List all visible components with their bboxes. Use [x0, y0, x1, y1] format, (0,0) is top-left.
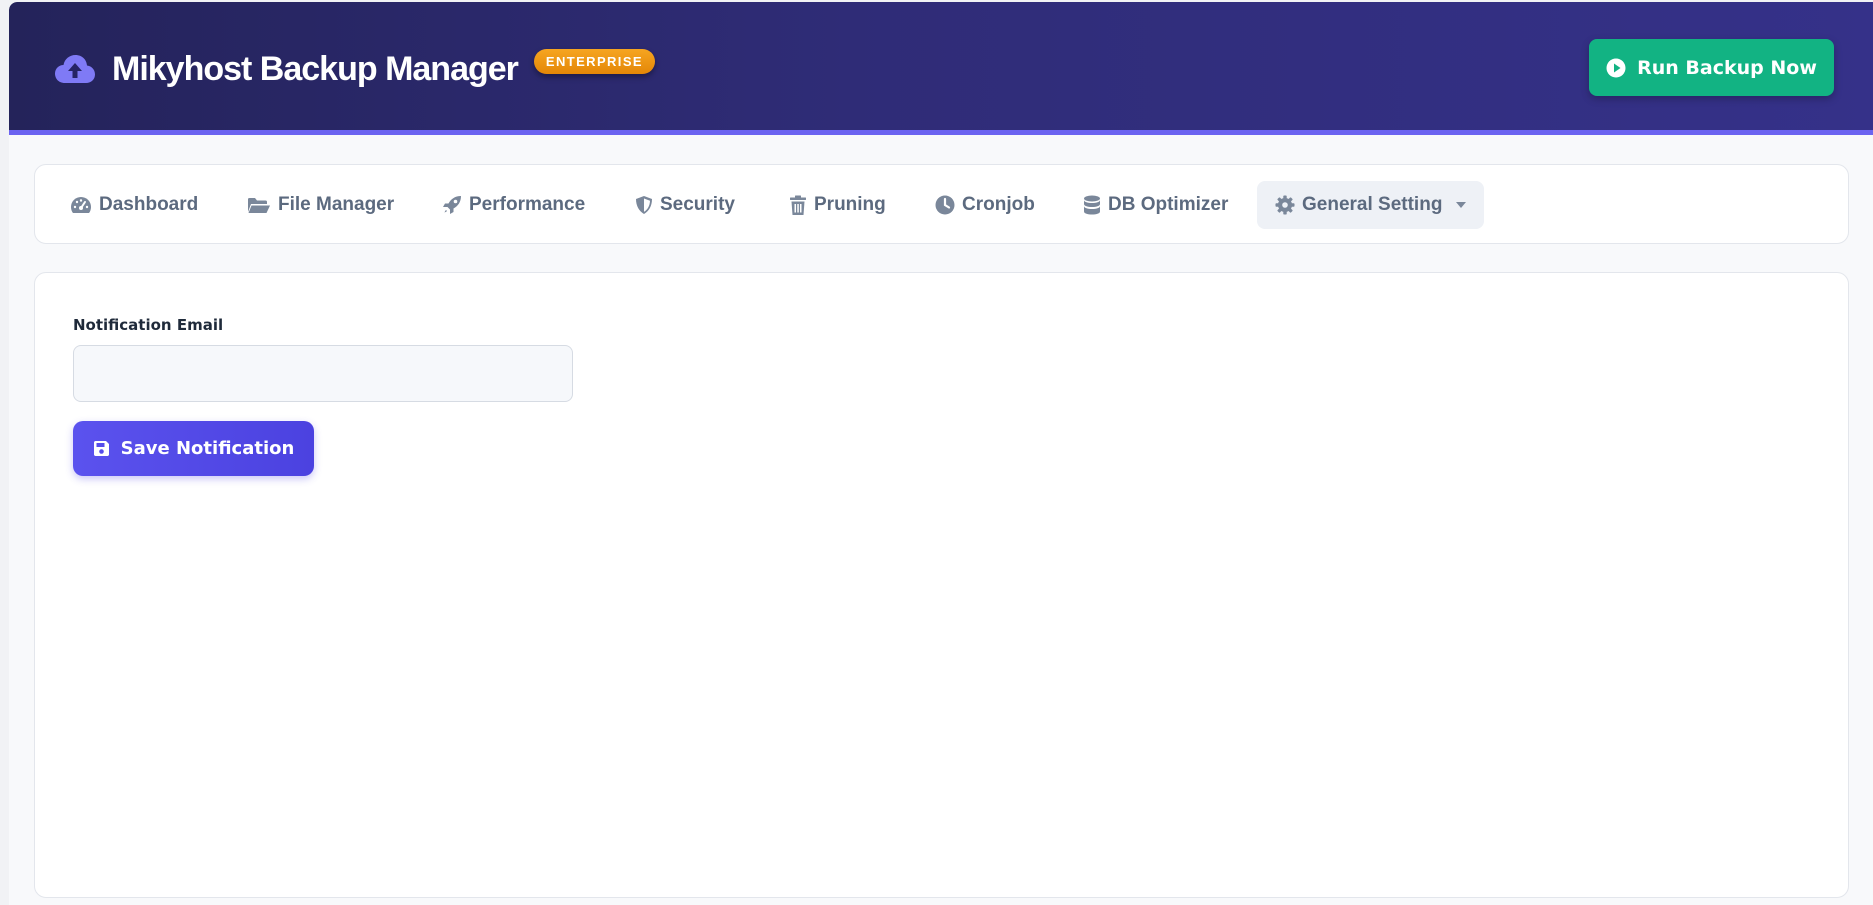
enterprise-badge: ENTERPRISE	[533, 48, 655, 74]
chevron-down-icon	[1456, 202, 1467, 208]
run-backup-now-button[interactable]: Run Backup Now	[1589, 39, 1834, 96]
main-nav: Dashboard File Manager Performance Secur…	[34, 164, 1849, 244]
brand: Mikyhost Backup Manager ENTERPRISE	[52, 47, 655, 91]
tab-label: Dashboard	[99, 194, 199, 215]
app-header: Mikyhost Backup Manager ENTERPRISE Run B…	[9, 2, 1873, 135]
tab-label: Performance	[469, 194, 586, 215]
app-window: Mikyhost Backup Manager ENTERPRISE Run B…	[9, 2, 1873, 905]
tab-general-setting[interactable]: General Setting	[1257, 181, 1485, 229]
tab-db-optimizer[interactable]: DB Optimizer	[1083, 181, 1228, 229]
save-notification-label: Save Notification	[120, 438, 295, 459]
gear-icon	[1275, 195, 1295, 215]
folder-open-icon	[247, 196, 271, 214]
tab-dashboard[interactable]: Dashboard	[70, 181, 198, 229]
notification-email-label: Notification Email	[73, 316, 224, 334]
tab-file-manager[interactable]: File Manager	[247, 181, 394, 229]
gauge-icon	[70, 196, 92, 214]
floppy-disk-icon	[93, 440, 110, 457]
cloud-upload-icon	[52, 52, 98, 86]
tab-label: Security	[660, 194, 735, 215]
play-circle-icon	[1606, 58, 1626, 78]
notification-email-input[interactable]	[73, 345, 573, 402]
app-title: Mikyhost Backup Manager	[112, 49, 519, 88]
tab-label: DB Optimizer	[1108, 194, 1229, 215]
clock-icon	[935, 195, 955, 215]
shield-icon	[635, 195, 653, 215]
notification-settings-card: Notification Email Save Notification	[34, 272, 1849, 898]
tab-label: Cronjob	[962, 194, 1035, 215]
tab-security[interactable]: Security	[635, 181, 735, 229]
trash-icon	[789, 195, 807, 216]
tab-performance[interactable]: Performance	[442, 181, 585, 229]
tab-pruning[interactable]: Pruning	[789, 181, 886, 229]
rocket-icon	[442, 195, 462, 215]
save-notification-button[interactable]: Save Notification	[73, 421, 314, 476]
tab-label: File Manager	[278, 194, 395, 215]
tab-cronjob[interactable]: Cronjob	[935, 181, 1035, 229]
tab-label: Pruning	[814, 194, 886, 215]
tab-label: General Setting	[1302, 194, 1443, 215]
run-backup-now-label: Run Backup Now	[1637, 56, 1817, 79]
database-icon	[1083, 195, 1101, 215]
